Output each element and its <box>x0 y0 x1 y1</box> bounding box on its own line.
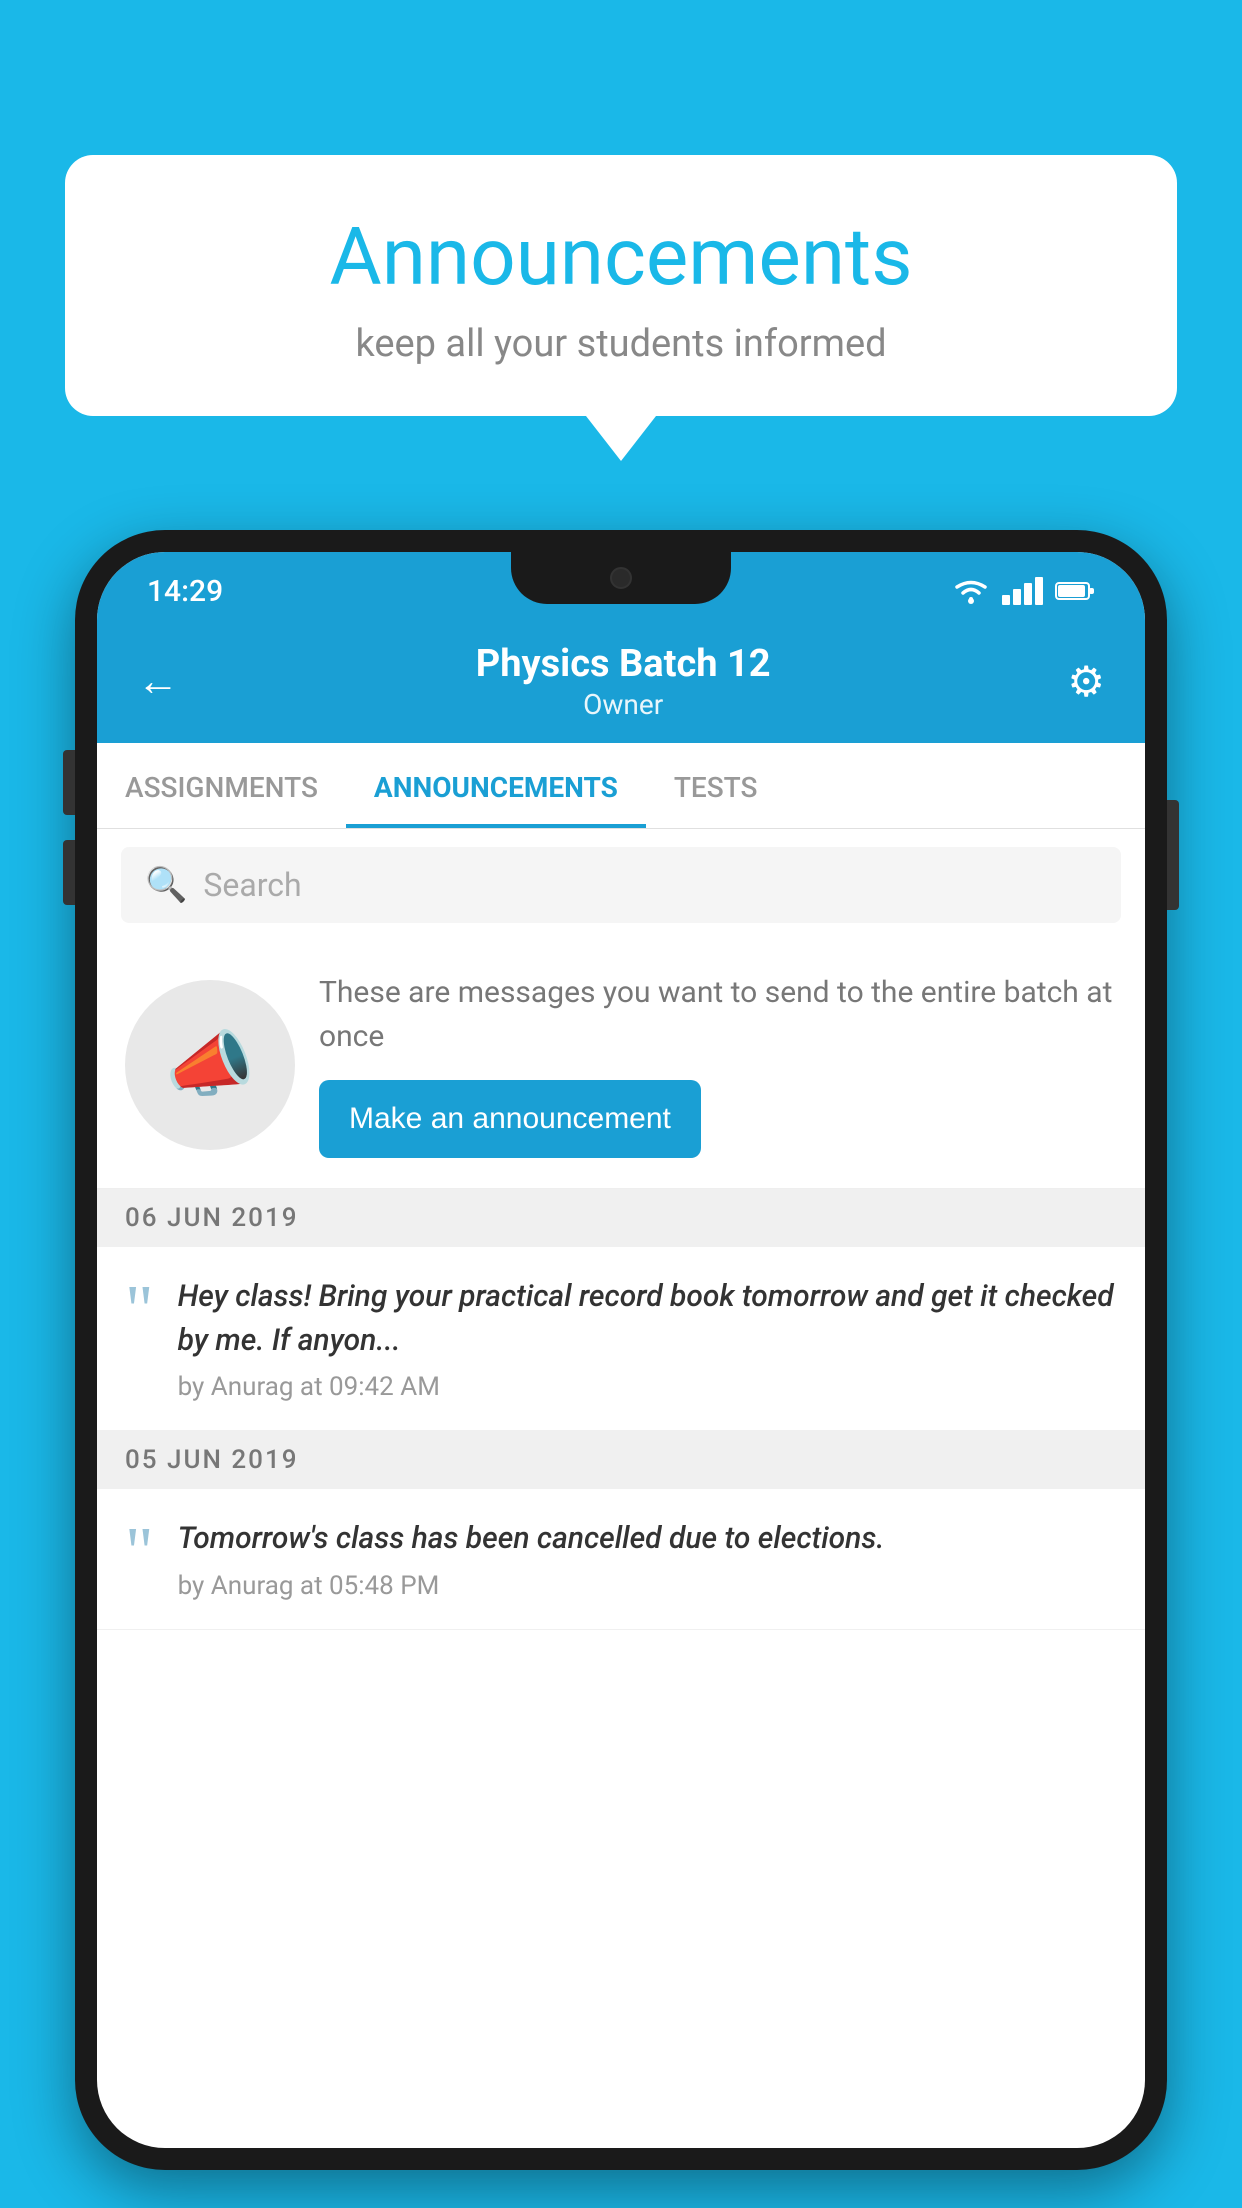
speech-bubble-pointer <box>586 416 656 461</box>
app-header: ← Physics Batch 12 Owner ⚙ <box>97 622 1145 743</box>
search-icon: 🔍 <box>145 865 187 905</box>
announcement-text-1: Hey class! Bring your practical record b… <box>178 1275 1117 1362</box>
announcement-meta-2: by Anurag at 05:48 PM <box>178 1571 1117 1601</box>
speech-bubble-subtitle: keep all your students informed <box>125 322 1117 366</box>
volume-down-button <box>63 840 75 905</box>
date-separator-2: 05 JUN 2019 <box>97 1431 1145 1489</box>
header-title-block: Physics Batch 12 Owner <box>476 642 771 721</box>
batch-title: Physics Batch 12 <box>476 642 771 686</box>
tab-announcements[interactable]: ANNOUNCEMENTS <box>346 743 646 828</box>
speech-bubble: Announcements keep all your students inf… <box>65 155 1177 416</box>
announcement-item-2[interactable]: " Tomorrow's class has been cancelled du… <box>97 1489 1145 1630</box>
phone-notch <box>511 552 731 604</box>
phone-wrapper: 14:29 <box>75 530 1167 2208</box>
announcement-item-1[interactable]: " Hey class! Bring your practical record… <box>97 1247 1145 1431</box>
signal-icon <box>1002 577 1043 605</box>
tabs-bar: ASSIGNMENTS ANNOUNCEMENTS TESTS <box>97 743 1145 829</box>
announcement-meta-1: by Anurag at 09:42 AM <box>178 1372 1117 1402</box>
search-input-wrap[interactable]: 🔍 Search <box>121 847 1121 923</box>
volume-up-button <box>63 750 75 815</box>
wifi-icon <box>952 577 990 605</box>
batch-role: Owner <box>476 688 771 721</box>
settings-icon[interactable]: ⚙ <box>1067 657 1105 707</box>
megaphone-icon: 📣 <box>165 1022 255 1107</box>
promo-block: 📣 These are messages you want to send to… <box>97 941 1145 1189</box>
promo-right: These are messages you want to send to t… <box>319 971 1117 1158</box>
tab-assignments[interactable]: ASSIGNMENTS <box>97 743 346 828</box>
battery-icon <box>1055 580 1095 602</box>
quote-icon-1: " <box>125 1283 154 1339</box>
tab-tests[interactable]: TESTS <box>646 743 786 828</box>
promo-description: These are messages you want to send to t… <box>319 971 1117 1058</box>
announcement-content-1: Hey class! Bring your practical record b… <box>178 1275 1117 1402</box>
power-button <box>1167 800 1179 910</box>
search-placeholder: Search <box>203 866 301 904</box>
status-icons <box>952 577 1095 605</box>
quote-icon-2: " <box>125 1525 154 1581</box>
make-announcement-button[interactable]: Make an announcement <box>319 1080 701 1158</box>
date-separator-1: 06 JUN 2019 <box>97 1189 1145 1247</box>
phone-screen: 14:29 <box>97 552 1145 2148</box>
speech-bubble-title: Announcements <box>125 210 1117 304</box>
speech-bubble-wrapper: Announcements keep all your students inf… <box>65 155 1177 461</box>
announcement-icon-circle: 📣 <box>125 980 295 1150</box>
front-camera <box>610 567 632 589</box>
status-time: 14:29 <box>147 574 223 609</box>
search-container: 🔍 Search <box>97 829 1145 941</box>
phone-frame: 14:29 <box>75 530 1167 2170</box>
announcement-content-2: Tomorrow's class has been cancelled due … <box>178 1517 1117 1601</box>
back-button[interactable]: ← <box>137 657 179 706</box>
announcement-text-2: Tomorrow's class has been cancelled due … <box>178 1517 1117 1561</box>
